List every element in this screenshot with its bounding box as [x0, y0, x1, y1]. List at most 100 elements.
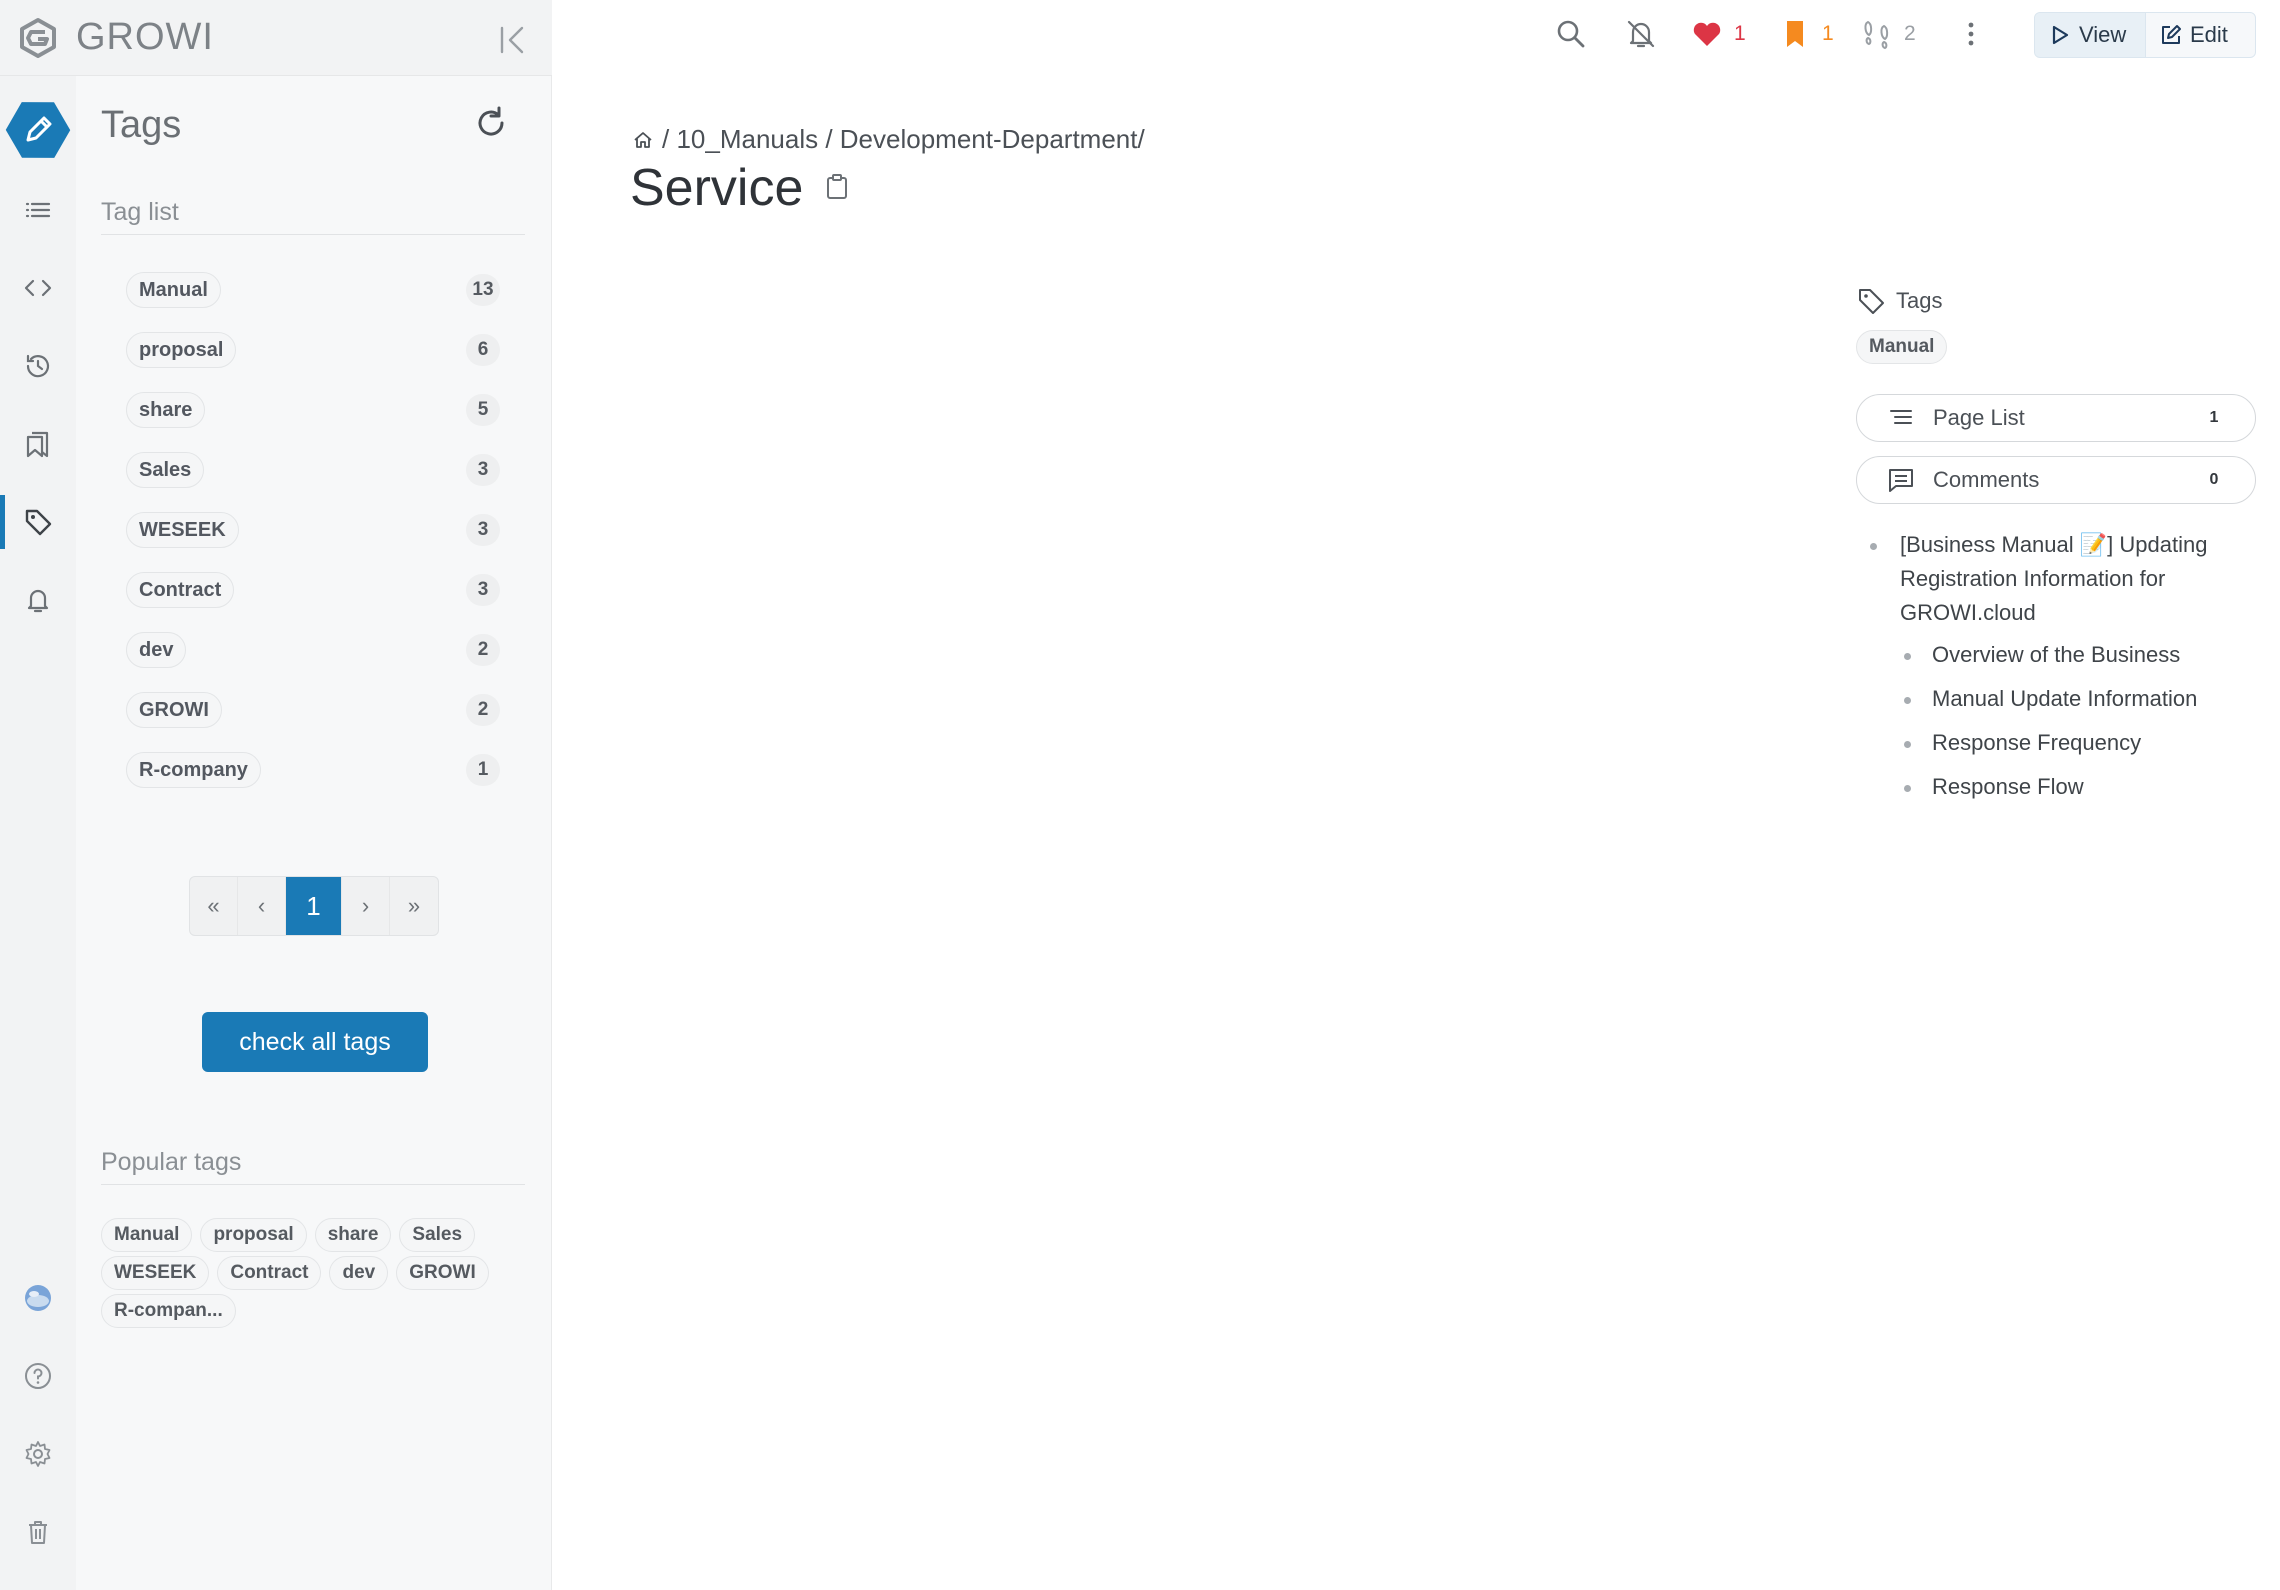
- tag-list-item[interactable]: Manual 13: [126, 272, 500, 312]
- comments-button[interactable]: Comments 0: [1856, 456, 2256, 504]
- tag-list-item[interactable]: Contract 3: [126, 572, 500, 612]
- comments-count: 0: [2209, 471, 2219, 488]
- popular-tags: Manual proposal share Sales WESEEK Contract d…: [101, 1218, 525, 1332]
- page-title: Service: [630, 159, 804, 217]
- view-edit-toggle: View Edit: [2034, 12, 2256, 58]
- popular-tag[interactable]: WESEEK: [101, 1256, 210, 1290]
- toc-item[interactable]: [Business Manual 📝] Updating Registratio…: [1866, 528, 2216, 630]
- tag-name[interactable]: proposal: [126, 332, 237, 368]
- tag-list-item[interactable]: share 5: [126, 392, 500, 432]
- tag-list-heading: Tag list: [101, 198, 179, 226]
- toc-item[interactable]: Manual Update Information: [1866, 682, 2266, 716]
- tag-list-item[interactable]: R-company 1: [126, 752, 500, 792]
- comment-icon: [1889, 469, 1913, 492]
- page-tag[interactable]: Manual: [1856, 330, 1948, 364]
- history-icon[interactable]: [0, 334, 76, 398]
- tag-icon[interactable]: [0, 490, 76, 554]
- like-count: 1: [1734, 22, 1746, 45]
- code-icon[interactable]: [0, 256, 76, 320]
- popular-tag[interactable]: proposal: [200, 1218, 307, 1252]
- popular-tag[interactable]: R-compan...: [101, 1294, 236, 1328]
- more-options-icon[interactable]: [1954, 16, 1988, 52]
- page-list-label: Page List: [1933, 405, 2025, 430]
- tag-list-item[interactable]: GROWI 2: [126, 692, 500, 732]
- tag-name[interactable]: share: [126, 392, 206, 428]
- tag-name[interactable]: Contract: [126, 572, 235, 608]
- tag-name[interactable]: Manual: [126, 272, 221, 308]
- page-list-button[interactable]: Page List 1: [1856, 394, 2256, 442]
- tag-list-item[interactable]: dev 2: [126, 632, 500, 672]
- popular-tag[interactable]: Contract: [217, 1256, 322, 1290]
- pagination-first[interactable]: «: [190, 877, 238, 935]
- popular-tag[interactable]: dev: [329, 1256, 389, 1290]
- home-icon[interactable]: [632, 129, 654, 151]
- edit-button[interactable]: Edit: [2145, 13, 2255, 57]
- view-button[interactable]: View: [2035, 13, 2145, 57]
- notification-bell-icon[interactable]: [0, 568, 76, 632]
- search-icon[interactable]: [1554, 16, 1588, 52]
- toc-item[interactable]: Response Flow: [1866, 770, 2266, 804]
- tag-count: 3: [466, 514, 500, 546]
- table-of-contents: [Business Manual 📝] Updating Registratio…: [1866, 528, 2266, 804]
- tag-count: 6: [466, 334, 500, 366]
- subscribe-bell-off-icon[interactable]: [1624, 16, 1658, 52]
- page-list-icon[interactable]: [0, 178, 76, 242]
- tag-list-item[interactable]: Sales 3: [126, 452, 500, 492]
- pagination-current[interactable]: 1: [286, 877, 342, 935]
- view-label: View: [2079, 22, 2127, 47]
- pagination-next[interactable]: ›: [342, 877, 390, 935]
- panel-title: Tags: [101, 104, 182, 146]
- edit-label: Edit: [2190, 22, 2228, 47]
- navigation-rail: [0, 0, 76, 1590]
- page-list-count: 1: [2209, 409, 2219, 426]
- tag-name[interactable]: R-company: [126, 752, 261, 788]
- seen-users-button[interactable]: 2: [1860, 16, 1916, 52]
- popular-tag[interactable]: Sales: [399, 1218, 476, 1252]
- tag-icon: [1859, 289, 1884, 314]
- list-icon: [1890, 410, 1912, 424]
- play-icon: [2052, 25, 2069, 45]
- reload-icon[interactable]: [472, 104, 510, 142]
- growi-logo-icon[interactable]: [14, 14, 62, 62]
- tag-count: 3: [466, 454, 500, 486]
- tag-name[interactable]: Sales: [126, 452, 205, 488]
- popular-tag[interactable]: share: [314, 1218, 392, 1252]
- settings-icon[interactable]: [0, 1422, 76, 1486]
- tag-list-item[interactable]: proposal 6: [126, 332, 500, 372]
- pagination: « ‹ 1 › »: [189, 876, 439, 936]
- bookmark-count: 1: [1822, 22, 1834, 45]
- toc-item[interactable]: Response Frequency: [1866, 726, 2266, 760]
- sidebar-panel: GROWI Tags Tag list Manual 13 proposal 6 s…: [0, 0, 552, 1590]
- divider: [101, 234, 525, 235]
- brand-name: GROWI: [76, 16, 214, 58]
- toc-item[interactable]: Overview of the Business: [1866, 638, 2266, 672]
- tag-count: 2: [466, 694, 500, 726]
- heart-icon: [1693, 22, 1721, 46]
- check-all-tags-button[interactable]: check all tags: [202, 1012, 428, 1072]
- tag-count: 3: [466, 574, 500, 606]
- like-button[interactable]: 1: [1690, 16, 1746, 52]
- tag-list-item[interactable]: WESEEK 3: [126, 512, 500, 552]
- divider: [101, 1184, 525, 1185]
- popular-tags-heading: Popular tags: [101, 1148, 242, 1176]
- tag-name[interactable]: WESEEK: [126, 512, 239, 548]
- help-icon[interactable]: [0, 1344, 76, 1408]
- popular-tag[interactable]: Manual: [101, 1218, 193, 1252]
- pagination-last[interactable]: »: [390, 877, 438, 935]
- popular-tag[interactable]: GROWI: [396, 1256, 489, 1290]
- bookmark-button[interactable]: 1: [1778, 16, 1834, 52]
- page-tags-label: Tags: [1856, 286, 1942, 316]
- tag-name[interactable]: GROWI: [126, 692, 222, 728]
- avatar[interactable]: [0, 1266, 76, 1330]
- breadcrumb-path[interactable]: / 10_Manuals / Development-Department/: [662, 124, 1145, 155]
- edit-icon[interactable]: [4, 96, 72, 164]
- seen-users-count: 2: [1904, 22, 1916, 45]
- bookmarks-icon[interactable]: [0, 412, 76, 476]
- bookmark-icon: [1787, 21, 1803, 47]
- trash-icon[interactable]: [0, 1500, 76, 1564]
- comments-label: Comments: [1933, 467, 2040, 492]
- pagination-prev[interactable]: ‹: [238, 877, 286, 935]
- tag-name[interactable]: dev: [126, 632, 187, 668]
- clipboard-icon[interactable]: [822, 172, 852, 202]
- collapse-sidebar-icon[interactable]: [494, 22, 530, 58]
